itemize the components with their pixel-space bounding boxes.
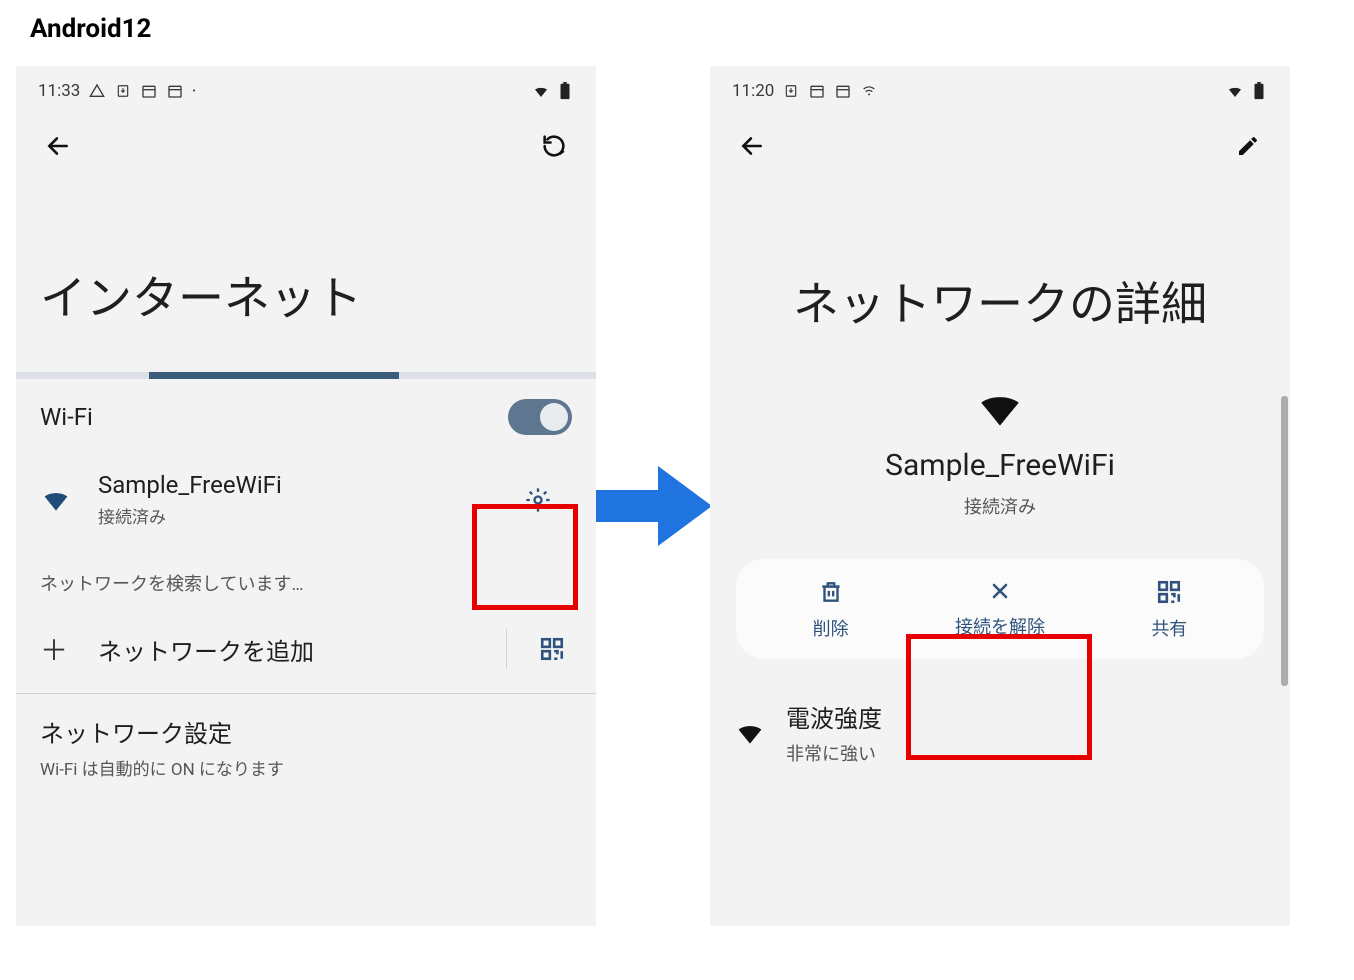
more-dot-icon: •: [192, 86, 195, 97]
refresh-settings-icon[interactable]: [534, 126, 574, 166]
back-button[interactable]: [38, 126, 78, 166]
trash-icon: [818, 579, 844, 605]
add-network-label: ネットワークを追加: [98, 632, 506, 667]
disconnect-button[interactable]: 接続を解除: [915, 579, 1084, 641]
download-icon: [782, 82, 800, 100]
network-ssid: Sample_FreeWiFi: [710, 448, 1290, 483]
calendar-icon: [808, 82, 826, 100]
status-time: 11:33: [38, 81, 80, 101]
share-label: 共有: [1151, 615, 1187, 641]
wifi-small-icon: [860, 82, 878, 100]
status-time: 11:20: [732, 81, 774, 101]
battery-icon: [556, 82, 574, 100]
network-settings-title: ネットワーク設定: [40, 714, 572, 749]
scanning-hint: ネットワークを検索しています…: [16, 550, 596, 604]
edit-button[interactable]: [1228, 126, 1268, 166]
download-icon: [114, 82, 132, 100]
status-bar: 11:33 •: [16, 66, 596, 116]
signal-label: 電波強度: [786, 699, 882, 734]
share-button[interactable]: 共有: [1085, 579, 1254, 641]
wifi-status-icon: [532, 82, 550, 100]
calendar-icon-2: [166, 82, 184, 100]
signal-value: 非常に強い: [786, 740, 882, 766]
loading-progress: [16, 372, 596, 379]
page-title: インターネット: [16, 176, 596, 372]
arrow-right-icon: [596, 460, 712, 552]
wifi-status-icon: [1226, 82, 1244, 100]
app-bar: [16, 116, 596, 176]
drive-icon: [88, 82, 106, 100]
battery-icon: [1250, 82, 1268, 100]
wifi-toggle-row[interactable]: Wi-Fi: [16, 379, 596, 449]
wifi-network-row[interactable]: Sample_FreeWiFi 接続済み: [16, 449, 596, 550]
delete-label: 削除: [813, 615, 849, 641]
network-status: 接続済み: [98, 503, 518, 528]
app-bar: [710, 116, 1290, 176]
network-ssid: Sample_FreeWiFi: [98, 471, 518, 499]
page-label: Android12: [30, 14, 151, 44]
back-button[interactable]: [732, 126, 772, 166]
wifi-toggle[interactable]: [508, 399, 572, 435]
add-network-row[interactable]: ＋ ネットワークを追加: [16, 604, 596, 693]
page-title: ネットワークの詳細: [710, 176, 1290, 384]
wifi-icon: [734, 717, 766, 749]
screen-internet: 11:33 •: [16, 66, 596, 926]
wifi-icon: [975, 384, 1025, 434]
scrollbar-thumb[interactable]: [1281, 396, 1288, 686]
add-network-qr-button[interactable]: [506, 629, 596, 669]
calendar-icon-2: [834, 82, 852, 100]
network-settings-gear-button[interactable]: [518, 480, 558, 520]
calendar-icon: [140, 82, 158, 100]
status-bar: 11:20: [710, 66, 1290, 116]
screen-network-detail: 11:20: [710, 66, 1290, 926]
qr-icon: [1156, 579, 1182, 605]
plus-icon: ＋: [40, 629, 98, 669]
network-status: 接続済み: [710, 493, 1290, 519]
action-bar: 削除 接続を解除 共有: [736, 559, 1264, 659]
network-summary: Sample_FreeWiFi 接続済み: [710, 384, 1290, 519]
signal-strength-row[interactable]: 電波強度 非常に強い: [710, 659, 1290, 766]
wifi-icon: [40, 484, 72, 516]
wifi-label: Wi-Fi: [40, 403, 508, 431]
close-icon: [988, 579, 1012, 603]
network-settings-subtitle: Wi-Fi は自動的に ON になります: [40, 755, 572, 780]
delete-button[interactable]: 削除: [746, 579, 915, 641]
disconnect-label: 接続を解除: [955, 613, 1045, 639]
network-settings-row[interactable]: ネットワーク設定 Wi-Fi は自動的に ON になります: [16, 694, 596, 810]
